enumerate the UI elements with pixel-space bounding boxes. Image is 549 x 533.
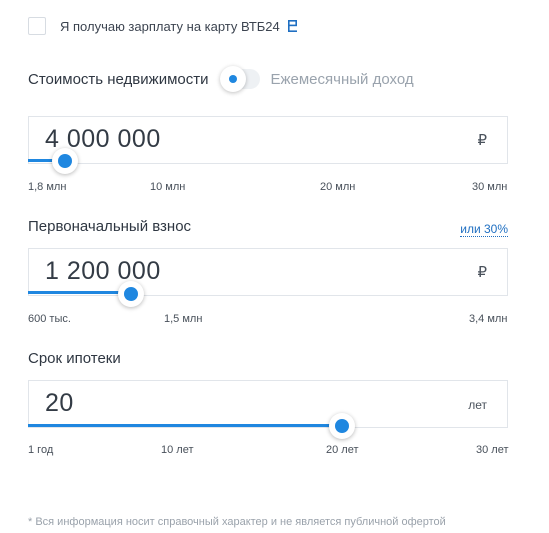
property-cost-slider-thumb[interactable] — [51, 148, 78, 174]
down-payment-tick-min: 600 тыс. — [28, 313, 71, 325]
salary-checkbox[interactable] — [28, 17, 46, 35]
property-cost-field[interactable]: 4 000 000 ₽ — [28, 116, 508, 164]
term-tick-10: 10 лет — [161, 444, 194, 456]
property-cost-tick-10: 10 млн — [150, 181, 186, 193]
info-flag-icon[interactable] — [287, 19, 298, 33]
down-payment-tick-mid: 1,5 млн — [164, 313, 203, 325]
term-slider-fill[interactable] — [28, 424, 343, 427]
salary-checkbox-label: Я получаю зарплату на карту ВТБ24 — [60, 18, 280, 34]
down-payment-label: Первоначальный взнос — [28, 218, 192, 235]
down-payment-field[interactable]: 1 200 000 ₽ — [28, 248, 508, 296]
disclaimer-footnote: * Вся информация носит справочный характ… — [28, 516, 446, 528]
ruble-icon: ₽ — [477, 264, 487, 281]
down-payment-tick-max: 3,4 млн — [469, 313, 508, 325]
term-unit: лет — [468, 398, 487, 412]
term-tick-30: 30 лет — [476, 444, 509, 456]
term-tick-1: 1 год — [28, 444, 54, 456]
property-cost-tick-max: 30 млн — [472, 181, 508, 193]
mode-toggle-row: Стоимость недвижимости Ежемесячный доход — [28, 66, 414, 92]
ruble-icon: ₽ — [477, 132, 487, 149]
toggle-knob[interactable] — [220, 66, 247, 92]
term-slider-thumb[interactable] — [329, 413, 356, 439]
down-payment-value[interactable]: 1 200 000 — [45, 257, 161, 286]
down-payment-slider-fill[interactable] — [28, 291, 132, 294]
salary-checkbox-row[interactable]: Я получаю зарплату на карту ВТБ24 — [28, 17, 298, 35]
property-cost-tick-20: 20 млн — [320, 181, 356, 193]
down-payment-slider-thumb[interactable] — [118, 281, 145, 307]
toggle-label-property-cost[interactable]: Стоимость недвижимости — [28, 71, 208, 88]
term-value[interactable]: 20 — [45, 389, 74, 418]
term-tick-20: 20 лет — [326, 444, 359, 456]
term-label: Срок ипотеки — [28, 350, 121, 367]
toggle-label-monthly-income[interactable]: Ежемесячный доход — [270, 71, 413, 88]
term-field[interactable]: 20 лет — [28, 380, 508, 428]
property-cost-tick-min: 1,8 млн — [28, 181, 67, 193]
mode-toggle-switch[interactable] — [220, 66, 261, 92]
down-payment-percent-link[interactable]: или 30% — [460, 222, 508, 237]
